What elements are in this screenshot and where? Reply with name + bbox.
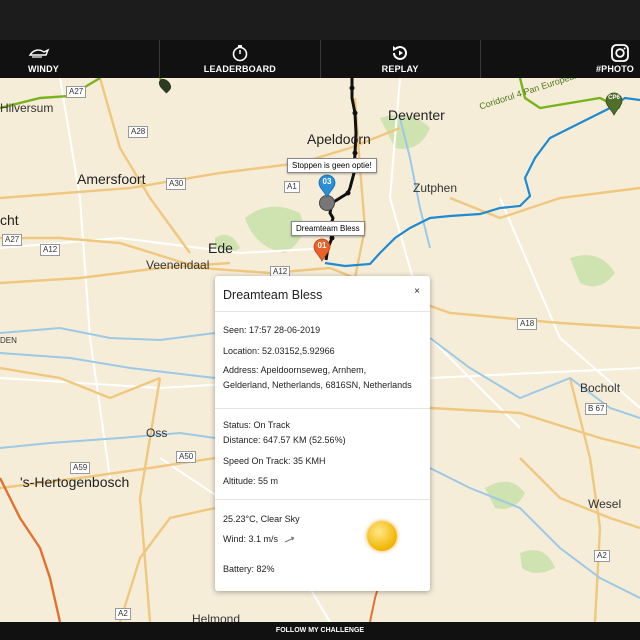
nav-windy-label: WINDY — [28, 64, 59, 74]
nav-photo[interactable]: #PHOTO — [481, 40, 640, 78]
popup-address-line1: Address: Apeldoornseweg, Arnhem, — [223, 365, 367, 375]
nav-photo-label: #PHOTO — [595, 64, 634, 74]
divider — [215, 311, 430, 312]
nav-windy[interactable]: WINDY — [0, 40, 161, 78]
road-a18: A18 — [517, 318, 538, 330]
place-ede: Ede — [208, 240, 233, 256]
place-veenendaal: Veenendaal — [146, 258, 210, 272]
pin-orange[interactable]: 01 — [313, 238, 331, 262]
popup-status: Status: On Track — [223, 420, 291, 430]
place-hertogenbosch: 's-Hertogenbosch — [20, 474, 130, 490]
nav-leaderboard[interactable]: LEADERBOARD — [160, 40, 321, 78]
road-a1: A1 — [284, 181, 300, 193]
nav-replay-label: REPLAY — [381, 64, 419, 74]
popup-weather: 25.23°C, Clear Sky — [223, 514, 300, 524]
windy-icon — [28, 43, 159, 63]
popup-wind: Wind: 3.1 m/s — [223, 534, 279, 544]
replay-icon — [321, 43, 480, 63]
divider — [215, 408, 430, 409]
road-a59: A59 — [70, 462, 91, 474]
pin-orange-label: 01 — [317, 241, 327, 250]
place-zutphen: Zutphen — [413, 181, 458, 195]
place-hilversum: Hilversum — [0, 101, 54, 115]
road-a27: A27 — [66, 86, 87, 98]
popup-distance: Distance: 647.57 KM (52.56%) — [223, 435, 346, 445]
divider — [215, 499, 430, 500]
pin-blue[interactable]: 03 — [318, 174, 336, 198]
road-a2-east: A2 — [594, 550, 610, 562]
pin-checkpoint-label: CP6 — [608, 95, 620, 101]
place-wesel: Wesel — [588, 497, 622, 511]
popup-battery: Battery: 82% — [223, 564, 275, 574]
info-popup: Dreamteam Bless × Seen: 17:57 28-06-2019… — [215, 276, 430, 591]
pin-checkpoint[interactable]: CP6 — [605, 92, 623, 116]
tooltip-stop: Stoppen is geen optie! — [287, 158, 377, 173]
popup-altitude: Altitude: 55 m — [223, 476, 279, 486]
place-deventer: Deventer — [388, 107, 445, 123]
popup-close-button[interactable]: × — [414, 286, 420, 297]
popup-title: Dreamteam Bless — [223, 288, 323, 302]
blue-route — [324, 96, 640, 268]
popup-wind-row: Wind: 3.1 m/s — [223, 534, 296, 544]
tooltip-team: Dreamteam Bless — [291, 221, 365, 236]
place-oss: Oss — [146, 426, 168, 440]
sun-icon — [367, 521, 397, 551]
orange-route — [0, 477, 62, 622]
place-den-fragment: DEN — [0, 336, 17, 345]
place-apeldoorn: Apeldoorn — [307, 131, 371, 147]
road-a2: A2 — [115, 608, 131, 620]
nav-replay[interactable]: REPLAY — [321, 40, 481, 78]
road-a12-west: A12 — [40, 244, 61, 256]
stopwatch-icon — [160, 43, 319, 63]
nav-leaderboard-label: LEADERBOARD — [203, 64, 276, 74]
popup-address-line2: Gelderland, Netherlands, 6816SN, Netherl… — [223, 380, 412, 390]
follow-challenge-button[interactable]: FOLLOW MY CHALLENGE — [0, 622, 640, 640]
place-amersfoort: Amersfoort — [77, 171, 146, 187]
popup-speed: Speed On Track: 35 KMH — [223, 456, 326, 466]
road-a27-west: A27 — [2, 234, 23, 246]
place-utrecht-fragment: cht — [0, 212, 19, 228]
road-b67: B 67 — [585, 403, 608, 415]
popup-location: Location: 52.03152,5.92966 — [223, 346, 335, 356]
road-a50: A50 — [176, 451, 197, 463]
instagram-icon — [481, 43, 630, 63]
wind-direction-icon — [284, 536, 294, 543]
road-a30: A30 — [166, 178, 187, 190]
popup-seen: Seen: 17:57 28-06-2019 — [223, 325, 321, 335]
top-bar — [0, 0, 640, 40]
nav-bar: WINDY LEADERBOARD REPLAY #PHOTO — [0, 40, 640, 78]
orange-route-2 — [369, 587, 379, 622]
place-bocholt: Bocholt — [580, 381, 621, 395]
place-helmond: Helmond — [192, 612, 241, 622]
pin-blue-label: 03 — [322, 177, 332, 186]
road-a28: A28 — [128, 126, 149, 138]
